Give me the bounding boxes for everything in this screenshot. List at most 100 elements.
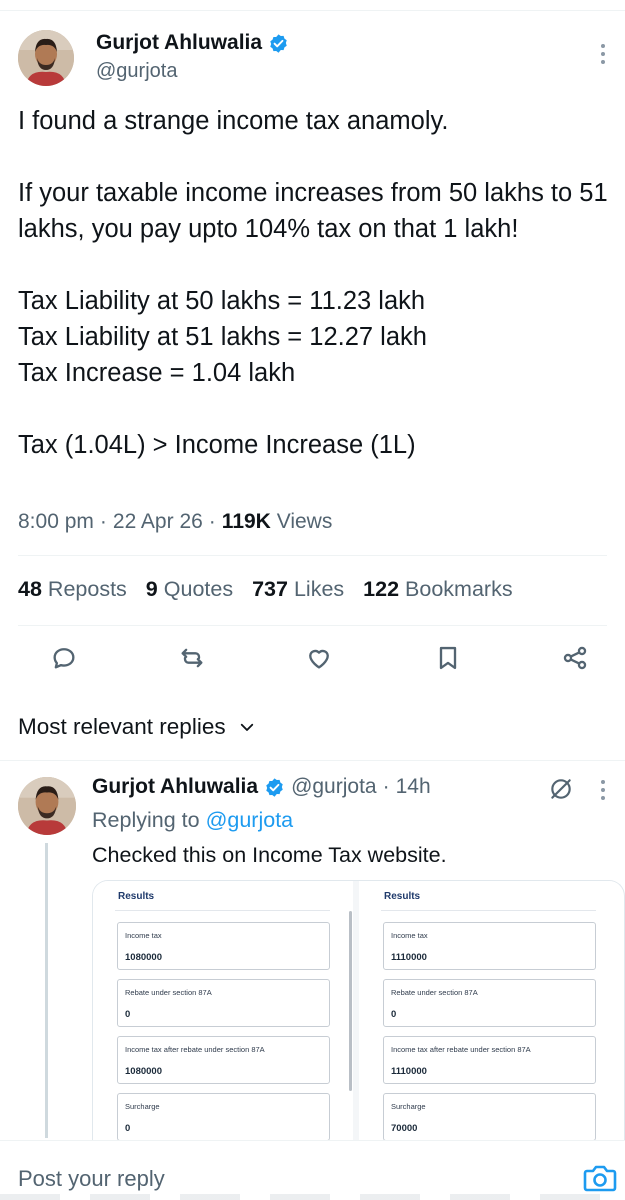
next-content-peek [0,1194,625,1200]
reposts-stat[interactable]: 48 Reposts [18,577,127,602]
result-field: Surcharge 0 [117,1093,330,1140]
result-field: Income tax 1110000 [383,922,596,970]
field-value: 0 [391,1009,397,1020]
dot [601,44,605,48]
tweet-text: I found a strange income tax anamoly. If… [18,107,608,459]
like-icon [309,649,329,669]
meta-separator: · [208,510,216,533]
field-label: Income tax after rebate under section 87… [391,1045,531,1054]
field-value: 0 [125,1009,131,1020]
field-value: 70000 [391,1123,418,1134]
field-value: 1080000 [125,1066,162,1077]
bookmark-button[interactable] [430,640,466,676]
bookmarks-label: Bookmarks [405,577,513,601]
likes-label: Likes [293,577,345,601]
replying-mention[interactable]: @gurjota [206,808,294,832]
tweet-meta: 8:00 pm · 22 Apr 26 · 119K Views [18,510,332,534]
views-count-group[interactable]: 119K Views [222,510,333,534]
results-panel-right: Results Income tax 1110000 Rebate under … [359,881,619,1140]
reply-author-handle[interactable]: @gurjota [291,775,377,799]
field-label: Income tax [125,931,162,940]
author-avatar[interactable] [18,30,74,86]
views-label: Views [276,510,333,533]
result-field: Income tax after rebate under section 87… [383,1036,596,1084]
field-label: Surcharge [391,1102,426,1111]
reply-input[interactable]: Post your reply [18,1166,165,1192]
grok-icon[interactable] [548,776,574,802]
camera-icon[interactable] [583,1163,617,1193]
panel-rule [115,910,330,911]
avatar-photo [18,30,74,86]
divider [0,760,625,761]
result-field: Surcharge 70000 [383,1093,596,1140]
result-field: Income tax after rebate under section 87… [117,1036,330,1084]
reply-composer[interactable]: Post your reply [0,1140,625,1200]
divider [18,555,607,556]
author-handle[interactable]: @gurjota [96,60,177,83]
sort-label: Most relevant replies [18,714,226,739]
tweet-time[interactable]: 8:00 pm [18,510,94,534]
reply-media-image[interactable]: Results Income tax 1080000 Rebate under … [92,880,625,1140]
field-value: 1080000 [125,952,162,963]
verified-badge-icon [266,777,283,797]
quotes-stat[interactable]: 9 Quotes [146,577,233,602]
bookmark-icon [439,646,457,670]
author-name-row[interactable]: Gurjot Ahluwalia [96,31,289,55]
panel-rule [381,910,596,911]
reply-icon [53,648,75,669]
views-count: 119K [221,510,271,533]
dot [601,788,605,792]
author-name[interactable]: Gurjot Ahluwalia [96,31,262,55]
replies-sort-dropdown[interactable]: Most relevant replies [18,714,256,740]
replying-to: Replying to @gurjota [92,808,293,833]
dot [601,780,605,784]
reply-age[interactable]: 14h [396,775,431,799]
meta-separator: · [99,510,107,533]
thread-line [45,843,48,1138]
reply-text: Checked this on Income Tax website. [92,843,447,867]
like-button[interactable] [301,640,337,676]
chevron-down-icon [240,723,253,731]
replying-prefix: Replying to [92,808,200,832]
field-label: Income tax after rebate under section 87… [125,1045,265,1054]
repost-button[interactable] [174,640,210,676]
reply-author-name[interactable]: Gurjot Ahluwalia [92,775,258,799]
field-label: Rebate under section 87A [125,988,212,997]
reposts-label: Reposts [47,577,127,601]
share-button[interactable] [557,640,593,676]
reply-more-options-icon[interactable] [593,778,613,802]
reply-avatar[interactable] [18,777,76,835]
dot [601,60,605,64]
field-label: Rebate under section 87A [391,988,478,997]
engagement-stats: 48 Reposts 9 Quotes 737 Likes 122 Bookmarks [18,577,513,602]
top-divider [0,10,625,11]
verified-badge-icon [270,33,287,53]
panel-title: Results [384,891,421,902]
result-field: Rebate under section 87A 0 [117,979,330,1027]
tweet-date[interactable]: 22 Apr 26 [113,510,203,534]
reply-button[interactable] [46,640,82,676]
result-field: Rebate under section 87A 0 [383,979,596,1027]
share-icon [563,646,587,670]
more-options-icon[interactable] [593,42,613,66]
bookmarks-stat[interactable]: 122 Bookmarks [363,577,512,602]
scrollbar [349,911,352,1091]
likes-count: 737 [252,577,288,601]
reposts-count: 48 [18,577,42,601]
dot [601,796,605,800]
field-value: 0 [125,1123,131,1134]
likes-stat[interactable]: 737 Likes [252,577,344,602]
panel-title: Results [118,891,155,902]
result-field: Income tax 1080000 [117,922,330,970]
reply-separator: · [382,775,390,798]
dot [601,52,605,56]
quotes-label: Quotes [163,577,234,601]
results-panel-left: Results Income tax 1080000 Rebate under … [93,881,353,1140]
field-label: Surcharge [125,1102,160,1111]
divider [18,625,607,626]
avatar-photo [18,777,76,835]
bookmarks-count: 122 [363,577,400,601]
field-value: 1110000 [391,952,427,963]
field-value: 1110000 [391,1066,427,1077]
action-bar [0,640,625,676]
